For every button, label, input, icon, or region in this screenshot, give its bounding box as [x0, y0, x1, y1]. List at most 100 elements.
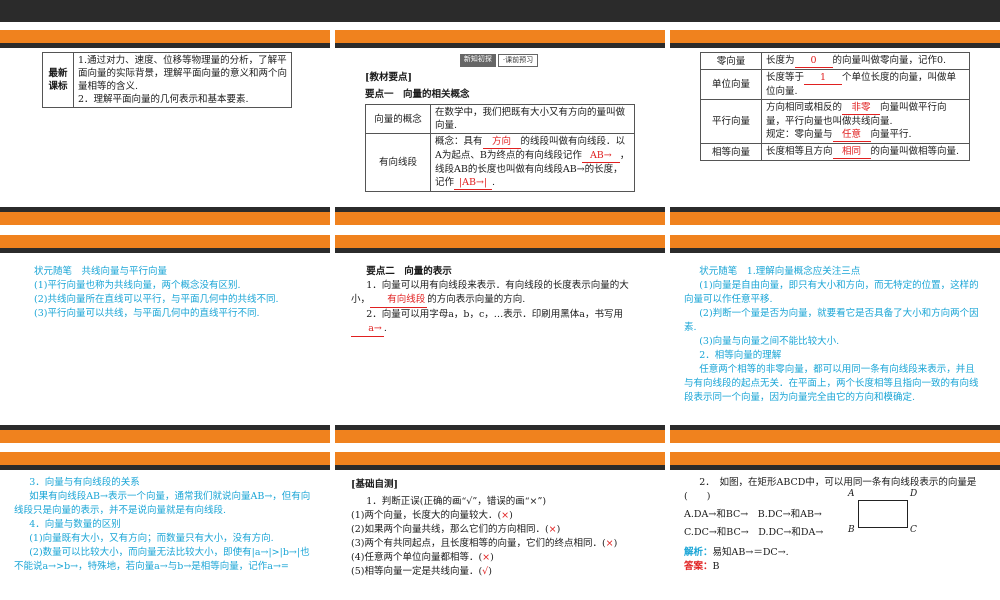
vector-types-table: 零向量 长度为 0 的向量叫做零向量，记作0. 单位向量 长度等于 1 个单位长度的向量…	[700, 52, 970, 161]
dark-band	[0, 43, 330, 48]
row-value: 概念：具有 方向 的线段叫做有向线段．以A为起点、B为终点的有向线段记作 AB→ ，线段…	[430, 133, 635, 192]
option-row: A.DA→和BC→ B.DC→和AB→	[684, 508, 986, 522]
dark-band	[670, 465, 1000, 470]
row-value: 长度等于 1 个单位长度的向量，叫做单位向量.	[761, 69, 970, 100]
row-value: 长度为 0 的向量叫做零向量，记作0.	[761, 52, 970, 70]
tip-line: (3)平行向量可以共线，与平面几何中的直线平行不同.	[34, 308, 260, 319]
question: 1．判断正误(正确的画“√”，错误的画“×”)	[366, 496, 547, 507]
row-value: 长度相等且方向 相同 的向量叫做相等向量.	[761, 143, 970, 161]
answer-mark: ×	[501, 510, 510, 521]
question: 2． 如图，在矩形ABCD中，可以用同一条有向线段表示的向量是( )	[684, 477, 977, 502]
dark-band	[335, 465, 665, 470]
point-title: 要点一 向量的相关概念	[365, 89, 470, 100]
section-heading: [基础自测]	[351, 479, 398, 490]
orange-band	[335, 430, 665, 443]
dark-band	[335, 248, 665, 253]
blank-fill: 有向线段	[370, 293, 428, 308]
option-c[interactable]: C.DC→和BC→	[684, 527, 749, 538]
dark-band	[0, 248, 330, 253]
orange-band	[670, 235, 1000, 248]
answer: 答案：B	[684, 561, 720, 572]
row-header: 向量的概念	[365, 104, 431, 134]
option-d[interactable]: D.DC→和DA→	[758, 527, 823, 538]
slide-2[interactable]: 新知初探 ·课前预习 [教材要点] 要点一 向量的相关概念 向量的概念 在数学中…	[335, 30, 665, 225]
orange-band	[670, 452, 1000, 465]
banner-right: ·课前预习	[497, 54, 539, 67]
statement: (5)相等向量一定是共线向量．(√)	[351, 566, 492, 577]
slide-7[interactable]: 3．向量与有向线段的关系 如果有向线段AB→表示一个向量，通常我们就说向量AB→…	[0, 452, 330, 600]
curriculum-table: 最新课标 1.通过对力、速度、位移等物理量的分析，了解平面向量的实际背景，理解平…	[42, 52, 292, 108]
blank-fill: |AB→|	[454, 176, 493, 190]
curriculum-line-1: 1.通过对力、速度、位移等物理量的分析，了解平面向量的实际背景，理解平面向量的意…	[78, 55, 288, 92]
tip-title: 状元随笔 共线向量与平行向量	[34, 266, 168, 277]
option-a[interactable]: A.DA→和BC→	[684, 509, 748, 520]
orange-band	[335, 30, 665, 43]
blank-fill: AB→	[581, 149, 620, 163]
blank-fill: 相同	[832, 145, 871, 159]
tip-line: 如果有向线段AB→表示一个向量，通常我们就说向量AB→，但有向线段只是向量的表示…	[14, 491, 311, 516]
orange-band	[335, 212, 665, 225]
tip-line: 任意两个相等的非零向量，都可以用同一条有向线段来表示，并且与有向线段的起点无关．…	[684, 364, 979, 403]
vertex-c: C	[910, 525, 917, 535]
statement: (3)两个有共同起点，且长度相等的向量，它们的终点相同．(×)	[351, 538, 618, 549]
curriculum-label: 最新课标	[42, 52, 74, 108]
row-header: 平行向量	[700, 99, 762, 144]
row-value: 在数学中，我们把既有大小又有方向的量叫做向量.	[430, 104, 635, 134]
dark-band	[670, 43, 1000, 48]
rectangle-figure	[858, 500, 908, 528]
tip-line: 2．相等向量的理解	[699, 350, 782, 361]
orange-band	[335, 235, 665, 248]
slide-1[interactable]: 最新课标 1.通过对力、速度、位移等物理量的分析，了解平面向量的实际背景，理解平…	[0, 30, 330, 225]
orange-band	[670, 212, 1000, 225]
slide-8[interactable]: [基础自测] 1．判断正误(正确的画“√”，错误的画“×”) (1)两个向量，长…	[335, 452, 665, 600]
dark-band	[0, 465, 330, 470]
statement: (2)如果两个向量共线，那么它们的方向相同．(×)	[351, 524, 561, 535]
row-value: 方向相同或相反的 非零 向量叫做平行向量，平行向量也叫做共线向量. 规定：零向量与 任意…	[761, 99, 970, 144]
slide-3[interactable]: 零向量 长度为 0 的向量叫做零向量，记作0. 单位向量 长度等于 1 个单位长度的向量…	[670, 30, 1000, 225]
vertex-d: D	[910, 489, 918, 499]
statement: (1)两个向量，长度大的向量较大．(×)	[351, 510, 513, 521]
row-header: 单位向量	[700, 69, 762, 100]
blank-fill: a→	[351, 322, 384, 337]
orange-band	[335, 452, 665, 465]
vertex-a: A	[848, 489, 855, 499]
concept-table: 向量的概念 在数学中，我们把既有大小又有方向的量叫做向量. 有向线段 概念：具有…	[365, 104, 635, 192]
tip-line: (1)向量既有大小，又有方向；而数量只有大小，没有方向.	[29, 533, 274, 544]
row-header: 有向线段	[365, 133, 431, 192]
blank-fill: 方向	[482, 135, 521, 149]
slide-6[interactable]: 状元随笔 1.理解向量概念应关注三点 (1)向量是自由向量，即只有大小和方向，而…	[670, 235, 1000, 443]
option-row: C.DC→和BC→ D.DC→和DA→	[684, 526, 986, 540]
orange-band	[670, 30, 1000, 43]
slide-9[interactable]: 2． 如图，在矩形ABCD中，可以用同一条有向线段表示的向量是( ) A.DA→…	[670, 452, 1000, 600]
curriculum-line-2: 2．理解平面向量的几何表示和基本要素.	[78, 94, 249, 105]
tip-line: (1)平行向量也称为共线向量，两个概念没有区别.	[34, 280, 241, 291]
orange-band	[0, 452, 330, 465]
tip-line: (2)数量可以比较大小，而向量无法比较大小，即使有|a→|>|b→|也不能说a→…	[14, 547, 310, 572]
orange-band	[670, 430, 1000, 443]
tip-line: 3．向量与有向线段的关系	[29, 477, 140, 488]
section-heading: [教材要点]	[365, 72, 412, 83]
slide-4[interactable]: 状元随笔 共线向量与平行向量 (1)平行向量也称为共线向量，两个概念没有区别. …	[0, 235, 330, 443]
tip-line: (1)向量是自由向量，即只有大小和方向，而无特定的位置，这样的向量可以作任意平移…	[684, 280, 979, 305]
tip-line: 4．向量与数量的区别	[29, 519, 121, 530]
answer-mark: ×	[482, 552, 491, 563]
slide-5[interactable]: 要点二 向量的表示 1．向量可以用有向线段来表示．有向线段的长度表示向量的大小，…	[335, 235, 665, 443]
orange-band	[0, 235, 330, 248]
answer-mark: ×	[605, 538, 614, 549]
blank-fill: 非零	[842, 101, 881, 115]
tip-line: (3)向量与向量之间不能比较大小.	[699, 336, 840, 347]
text: 概念：具有	[435, 136, 483, 147]
analysis: 解析：易知AB→＝DC→.	[684, 547, 789, 558]
dark-band	[335, 43, 665, 48]
banner-left: 新知初探	[459, 54, 496, 67]
curriculum-content: 1.通过对力、速度、位移等物理量的分析，了解平面向量的实际背景，理解平面向量的意…	[73, 52, 292, 108]
rep-line-1: 1．向量可以用有向线段来表示．有向线段的长度表示向量的大小， 有向线段 的方向表示向…	[351, 279, 647, 308]
row-header: 零向量	[700, 52, 762, 70]
point-title: 要点二 向量的表示	[366, 266, 452, 277]
rep-line-2: 2．向量可以用字母a，b，c，…表示．印刷用黑体a，书写用a→.	[351, 308, 647, 337]
statement: (4)任意两个单位向量都相等．(×)	[351, 552, 494, 563]
vertex-b: B	[848, 525, 855, 535]
option-b[interactable]: B.DC→和AB→	[758, 509, 822, 520]
tip-title: 状元随笔 1.理解向量概念应关注三点	[699, 266, 861, 277]
text: .	[492, 177, 496, 188]
